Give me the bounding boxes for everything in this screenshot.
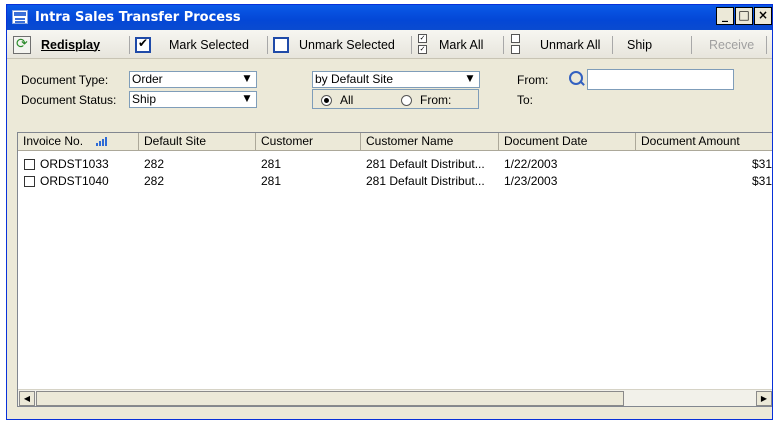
transfer-grid: Invoice No. Default Site Customer Custom… bbox=[17, 132, 772, 407]
sort-by-value: by Default Site bbox=[315, 72, 394, 86]
column-header-document-date[interactable]: Document Date bbox=[499, 133, 636, 151]
customer-name-cell: 281 Default Distribut... bbox=[366, 157, 485, 171]
document-status-label: Document Status: bbox=[21, 93, 117, 107]
window-controls: _ □ × bbox=[715, 7, 772, 25]
ship-button[interactable]: Ship bbox=[627, 30, 652, 59]
close-button[interactable]: × bbox=[754, 7, 772, 25]
filter-panel: Document Type: Order ▼ Document Status: … bbox=[7, 60, 772, 135]
unmark-all-icon bbox=[511, 33, 520, 56]
toolbar-separator bbox=[411, 36, 412, 54]
unmark-all-button[interactable]: Unmark All bbox=[511, 30, 600, 59]
customer-cell: 281 bbox=[261, 174, 282, 188]
customer-name-cell: 281 Default Distribut... bbox=[366, 174, 485, 188]
dropdown-arrow-icon: ▼ bbox=[466, 74, 474, 84]
sort-by-select[interactable]: by Default Site ▼ bbox=[312, 71, 480, 88]
toolbar-separator bbox=[129, 36, 130, 54]
site-cell: 282 bbox=[144, 157, 165, 171]
radio-selected-icon bbox=[321, 94, 332, 106]
site-cell: 282 bbox=[144, 174, 165, 188]
range-radio-group: All From: bbox=[312, 89, 479, 109]
amount-cell: $31 bbox=[751, 174, 772, 188]
amount-cell: $31 bbox=[751, 157, 772, 171]
checked-box-icon bbox=[135, 36, 151, 53]
from-input[interactable] bbox=[587, 69, 734, 90]
maximize-button[interactable]: □ bbox=[735, 7, 753, 25]
toolbar-separator bbox=[612, 36, 613, 54]
toolbar-separator bbox=[691, 36, 692, 54]
date-cell: 1/23/2003 bbox=[504, 174, 558, 188]
unmark-selected-label: Unmark Selected bbox=[299, 37, 395, 52]
row-checkbox[interactable] bbox=[24, 159, 35, 170]
mark-all-label: Mark All bbox=[439, 37, 484, 52]
document-status-value: Ship bbox=[132, 92, 157, 106]
sort-bars-icon bbox=[96, 136, 108, 146]
window-app-icon bbox=[12, 10, 28, 24]
table-row[interactable]: ORDST1040 282 281 281 Default Distribut.… bbox=[18, 173, 772, 190]
table-row[interactable]: ORDST1033 282 281 281 Default Distribut.… bbox=[18, 156, 772, 173]
mark-selected-button[interactable]: Mark Selected bbox=[135, 30, 249, 59]
scroll-left-icon[interactable]: ◀ bbox=[19, 391, 35, 406]
intra-sales-transfer-window: Intra Sales Transfer Process _ □ × Redis… bbox=[6, 4, 773, 420]
dropdown-arrow-icon: ▼ bbox=[243, 94, 251, 104]
toolbar: Redisplay Mark Selected Unmark Selected … bbox=[7, 30, 772, 59]
column-header-document-amount[interactable]: Document Amount bbox=[636, 133, 772, 151]
invoice-cell: ORDST1040 bbox=[40, 174, 109, 188]
grid-header: Invoice No. Default Site Customer Custom… bbox=[18, 133, 772, 151]
column-header-customer-name[interactable]: Customer Name bbox=[361, 133, 499, 151]
date-cell: 1/22/2003 bbox=[504, 157, 558, 171]
document-type-value: Order bbox=[132, 72, 163, 86]
column-header-default-site[interactable]: Default Site bbox=[139, 133, 256, 151]
unchecked-box-icon bbox=[273, 36, 289, 53]
range-from-label: From: bbox=[420, 93, 452, 107]
range-all-radio[interactable]: All bbox=[321, 93, 353, 107]
toolbar-separator bbox=[766, 36, 767, 54]
invoice-cell: ORDST1033 bbox=[40, 157, 109, 171]
title-bar[interactable]: Intra Sales Transfer Process _ □ × bbox=[7, 5, 772, 30]
refresh-icon bbox=[13, 35, 31, 54]
document-type-label: Document Type: bbox=[21, 73, 109, 87]
radio-unselected-icon bbox=[401, 94, 412, 106]
mark-all-button[interactable]: ✓ ✓ Mark All bbox=[418, 30, 483, 59]
range-from-radio[interactable]: From: bbox=[401, 93, 451, 107]
redisplay-label: Redisplay bbox=[41, 37, 101, 52]
scrollbar-thumb[interactable] bbox=[36, 391, 624, 406]
mark-selected-label: Mark Selected bbox=[169, 37, 249, 52]
column-header-label: Invoice No. bbox=[23, 134, 84, 148]
unmark-selected-button[interactable]: Unmark Selected bbox=[273, 30, 395, 59]
document-type-select[interactable]: Order ▼ bbox=[129, 71, 257, 88]
window-title: Intra Sales Transfer Process bbox=[35, 10, 241, 25]
mark-all-icon: ✓ ✓ bbox=[418, 33, 427, 54]
range-all-label: All bbox=[340, 93, 354, 107]
receive-label: Receive bbox=[709, 37, 755, 52]
column-header-invoice[interactable]: Invoice No. bbox=[18, 133, 139, 151]
scroll-right-icon[interactable]: ▶ bbox=[756, 391, 772, 406]
to-label: To: bbox=[517, 93, 534, 107]
redisplay-button[interactable]: Redisplay bbox=[13, 30, 100, 59]
dropdown-arrow-icon: ▼ bbox=[243, 74, 251, 84]
lookup-magnifier-icon[interactable] bbox=[567, 70, 585, 88]
ship-label: Ship bbox=[627, 37, 653, 52]
horizontal-scrollbar[interactable]: ◀ ▶ bbox=[18, 389, 772, 406]
customer-cell: 281 bbox=[261, 157, 282, 171]
from-label: From: bbox=[517, 73, 549, 87]
unmark-all-label: Unmark All bbox=[540, 37, 601, 52]
row-checkbox[interactable] bbox=[24, 176, 35, 187]
receive-button[interactable]: Receive bbox=[709, 30, 754, 59]
toolbar-separator bbox=[267, 36, 268, 54]
toolbar-separator bbox=[503, 36, 504, 54]
column-header-customer[interactable]: Customer bbox=[256, 133, 361, 151]
document-status-select[interactable]: Ship ▼ bbox=[129, 91, 257, 108]
minimize-button[interactable]: _ bbox=[716, 7, 734, 25]
